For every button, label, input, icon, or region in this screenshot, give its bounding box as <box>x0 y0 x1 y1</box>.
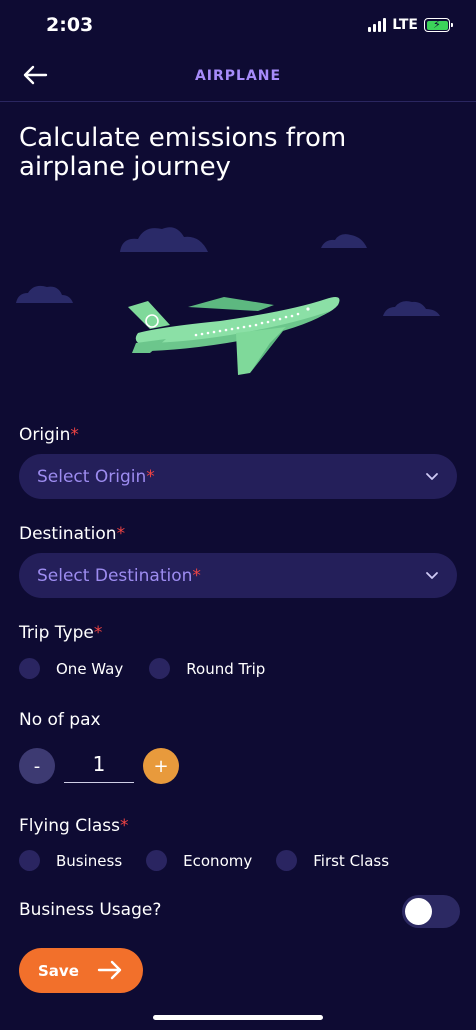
radio-one-way[interactable]: One Way <box>19 658 123 679</box>
trip-type-options: One Way Round Trip <box>19 658 265 679</box>
arrow-right-icon <box>97 960 122 980</box>
origin-label: Origin* <box>19 425 79 445</box>
chevron-down-icon <box>426 473 438 480</box>
destination-select[interactable]: Select Destination* <box>19 553 457 598</box>
pax-label: No of pax <box>19 710 101 730</box>
save-button[interactable]: Save <box>19 948 143 993</box>
radio-first-class[interactable]: First Class <box>276 850 389 871</box>
status-indicators: LTE ⚡ <box>368 17 453 33</box>
origin-select[interactable]: Select Origin* <box>19 454 457 499</box>
network-label: LTE <box>392 17 418 33</box>
radio-label: One Way <box>56 659 124 678</box>
airplane-illustration <box>16 227 440 375</box>
header-title: AIRPLANE <box>194 68 282 84</box>
pax-value[interactable]: 1 <box>64 752 134 783</box>
radio-label: Round Trip <box>186 659 266 678</box>
radio-circle[interactable] <box>146 850 168 871</box>
flying-class-options: Business Economy First Class <box>19 850 389 871</box>
home-indicator <box>153 1015 323 1020</box>
signal-icon <box>368 18 387 32</box>
chevron-down-icon <box>426 572 438 579</box>
trip-type-label: Trip Type* <box>19 623 103 643</box>
radio-circle[interactable] <box>276 850 298 871</box>
toggle-knob <box>405 898 432 925</box>
radio-round-trip[interactable]: Round Trip <box>149 658 265 679</box>
airplane-icon <box>128 297 340 375</box>
business-usage-label: Business Usage? <box>19 900 162 920</box>
increment-button[interactable]: + <box>143 748 179 784</box>
destination-placeholder: Select Destination* <box>37 565 201 586</box>
radio-circle[interactable] <box>19 850 40 871</box>
business-usage-toggle[interactable] <box>402 895 460 928</box>
pax-stepper: - 1 + <box>19 748 179 784</box>
app-header: AIRPLANE <box>0 50 476 102</box>
destination-label: Destination* <box>19 524 126 544</box>
flying-class-label: Flying Class* <box>19 816 129 836</box>
status-time: 2:03 <box>46 14 94 36</box>
battery-icon: ⚡ <box>424 18 453 32</box>
radio-circle[interactable] <box>149 658 171 679</box>
radio-business[interactable]: Business <box>19 850 122 871</box>
radio-label: Economy <box>183 851 253 870</box>
origin-placeholder: Select Origin* <box>37 466 155 487</box>
save-label: Save <box>38 961 79 980</box>
decrement-button[interactable]: - <box>19 748 55 784</box>
page-title: Calculate emissions from airplane journe… <box>19 123 347 182</box>
radio-economy[interactable]: Economy <box>146 850 252 871</box>
radio-label: Business <box>56 851 123 870</box>
radio-circle[interactable] <box>19 658 40 679</box>
radio-label: First Class <box>313 851 390 870</box>
status-bar: 2:03 LTE ⚡ <box>0 0 476 50</box>
